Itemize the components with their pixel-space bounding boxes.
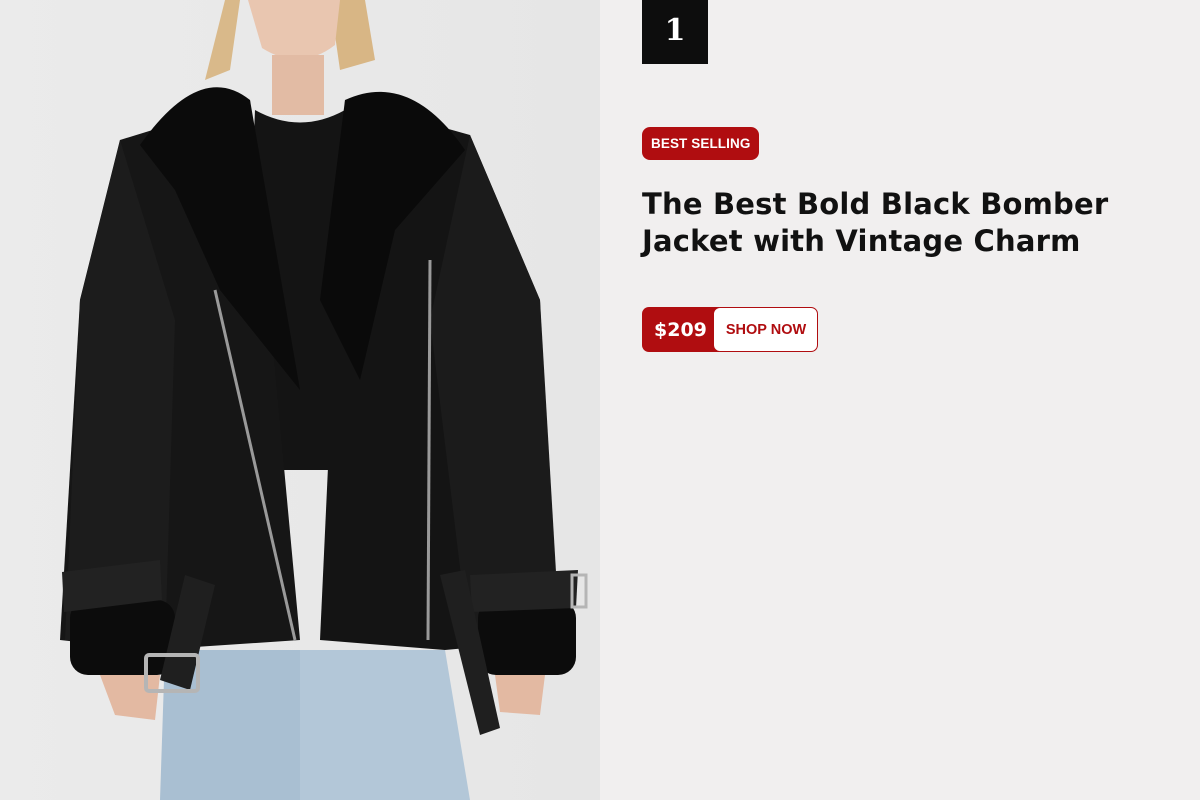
shop-now-button[interactable]: SHOP NOW [712,307,819,352]
product-title: The Best Bold Black Bomber Jacket with V… [642,187,1109,258]
model-jacket-illustration [60,0,588,800]
product-image [0,0,600,800]
rank-number: 1 [642,0,708,64]
product-price: $209 [642,307,719,352]
best-selling-badge: BEST SELLING [642,127,760,160]
product-details: 1 BEST SELLING The Best Bold Black Bombe… [600,0,1200,800]
price-cta-group: $209 SHOP NOW [642,307,819,352]
